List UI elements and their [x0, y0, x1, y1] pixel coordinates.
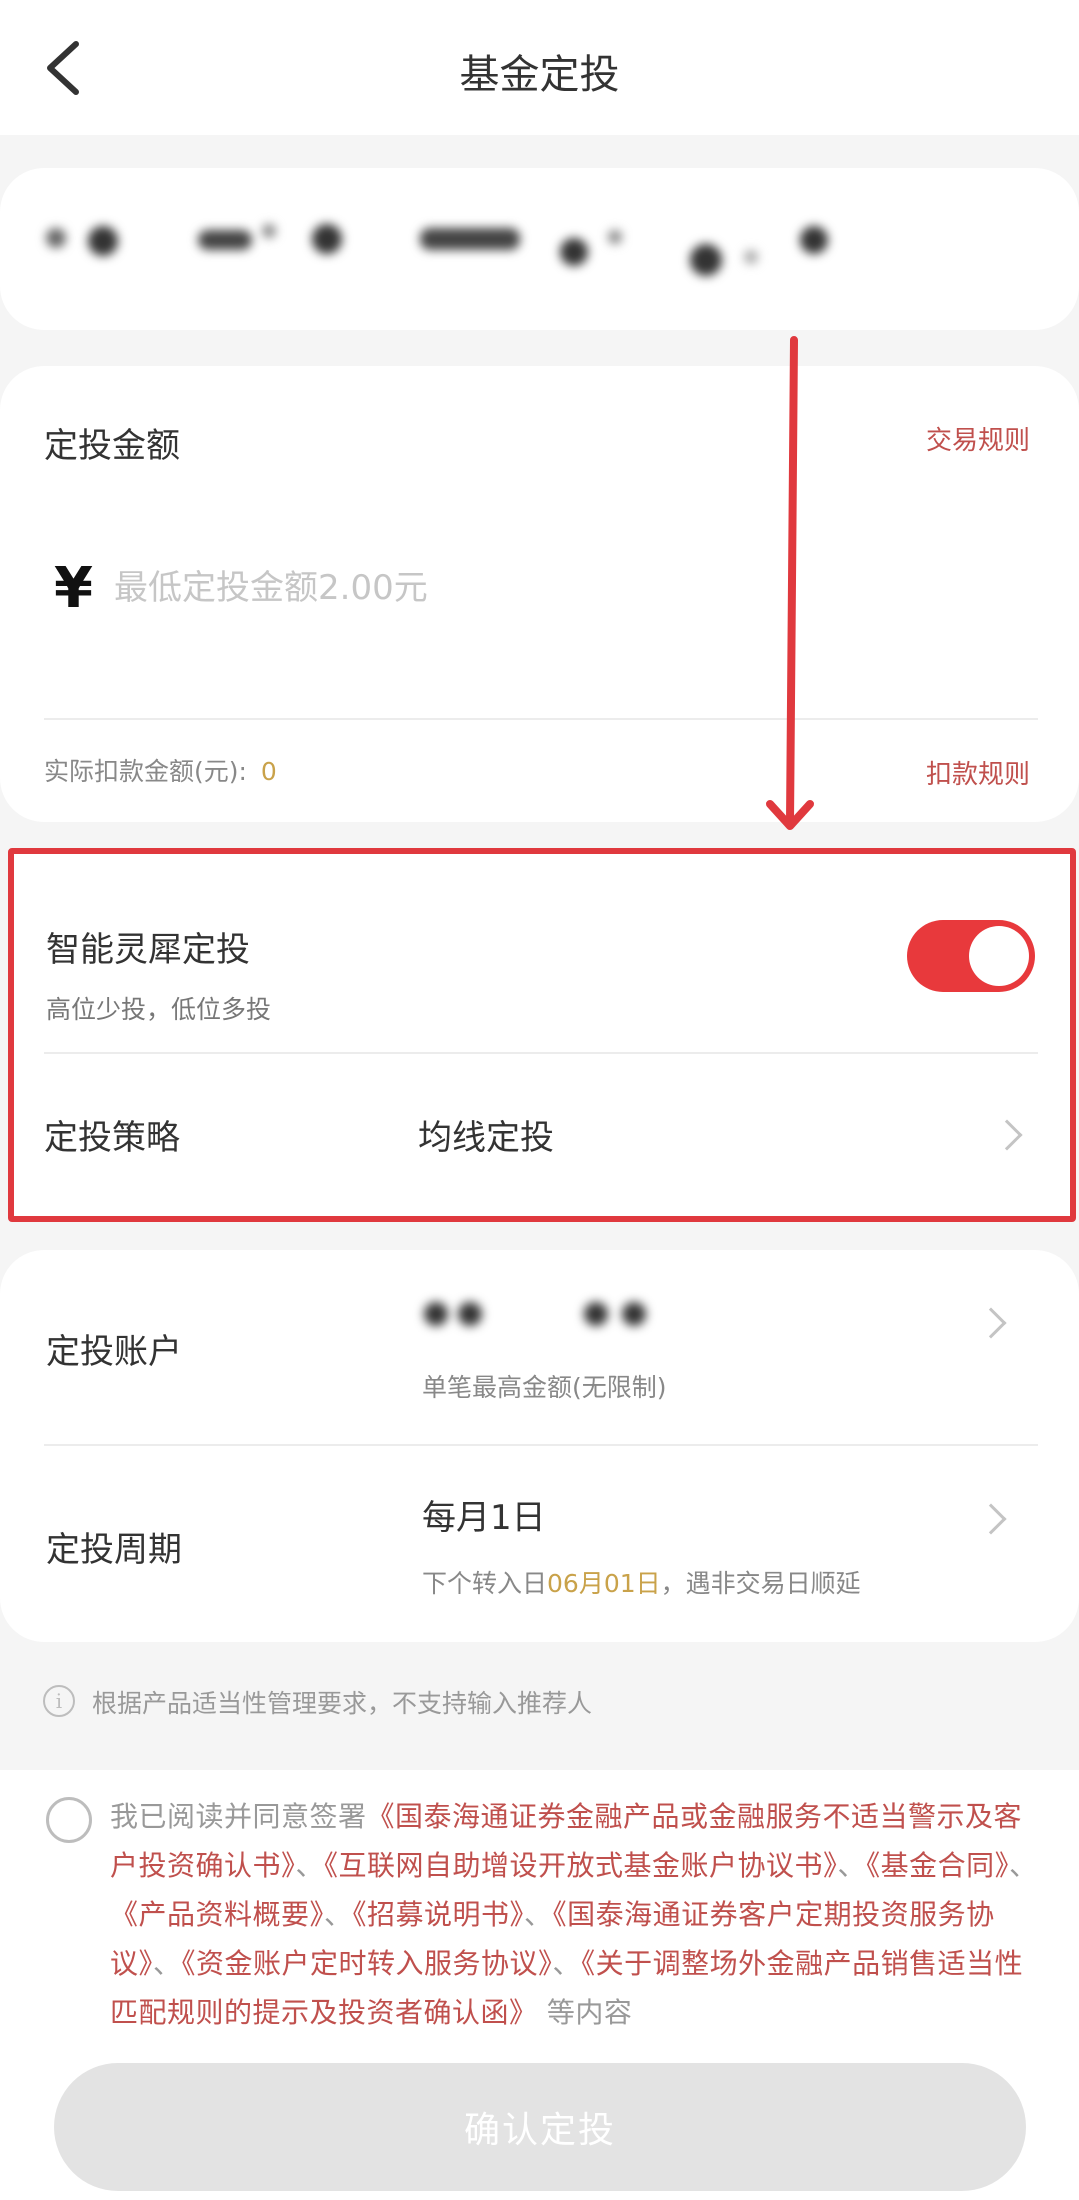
actual-deduct-text: 实际扣款金额(元):	[44, 757, 247, 786]
agreement-doc-link[interactable]: 《互联网自助增设开放式基金账户协议书》	[324, 1849, 838, 1882]
agreement-separator: 、	[837, 1849, 867, 1882]
amount-label: 定投金额	[44, 426, 180, 466]
agreement-separator: 、	[524, 1898, 553, 1931]
agreement-separator: 、	[552, 1947, 582, 1980]
redacted-account	[418, 1296, 678, 1336]
header-bar: 基金定投	[0, 0, 1079, 135]
next-transfer-prefix: 下个转入日	[422, 1569, 548, 1598]
agreement-doc-link[interactable]: 《基金合同》	[866, 1849, 1009, 1882]
amount-divider	[44, 718, 1038, 720]
agreement-doc-link[interactable]: 《产品资料概要》	[110, 1898, 324, 1931]
account-label: 定投账户	[46, 1332, 182, 1372]
account-limit-text: 单笔最高金额(无限制)	[422, 1373, 667, 1402]
agreement-separator: 、	[1009, 1849, 1038, 1882]
agreement-doc-link[interactable]: 《招募说明书》	[353, 1898, 525, 1931]
annotation-highlight-box	[8, 848, 1076, 1222]
agreement-separator: 、	[324, 1898, 353, 1931]
confirm-invest-button[interactable]: 确认定投	[54, 2063, 1026, 2191]
agreement-separator: 、	[153, 1947, 182, 1980]
redacted-fund-info	[0, 168, 1079, 330]
agreement-suffix: 等内容	[546, 1996, 633, 2029]
annotation-arrow	[766, 336, 814, 830]
info-icon: i	[43, 1685, 75, 1717]
deduct-rules-link[interactable]: 扣款规则	[926, 754, 1030, 791]
fund-card[interactable]	[0, 168, 1079, 330]
actual-deduct-value: 0	[260, 757, 277, 786]
agreement-text: 我已阅读并同意签署《国泰海通证券金融产品或金融服务不适当警示及客户投资确认书》、…	[110, 1792, 1040, 2037]
next-transfer-suffix: ，遇非交易日顺延	[660, 1569, 861, 1598]
trade-rules-link[interactable]: 交易规则	[926, 420, 1030, 457]
agreement-doc-link[interactable]: 《资金账户定时转入服务协议》	[182, 1947, 553, 1980]
referrer-notice: 根据产品适当性管理要求，不支持输入推荐人	[92, 1689, 593, 1718]
agreement-separator: 、	[295, 1849, 325, 1882]
agreement-prefix: 我已阅读并同意签署	[110, 1800, 367, 1833]
actual-deduct-label: 实际扣款金额(元): 0	[44, 752, 277, 788]
yen-symbol: ¥	[54, 556, 93, 621]
page-title: 基金定投	[459, 52, 620, 98]
cycle-label: 定投周期	[46, 1530, 182, 1570]
account-divider	[44, 1444, 1038, 1446]
next-transfer-text: 下个转入日06月01日，遇非交易日顺延	[422, 1564, 861, 1600]
agreement-checkbox[interactable]	[46, 1797, 92, 1843]
cycle-value[interactable]: 每月1日	[422, 1490, 546, 1539]
next-transfer-date: 06月01日	[547, 1569, 661, 1598]
